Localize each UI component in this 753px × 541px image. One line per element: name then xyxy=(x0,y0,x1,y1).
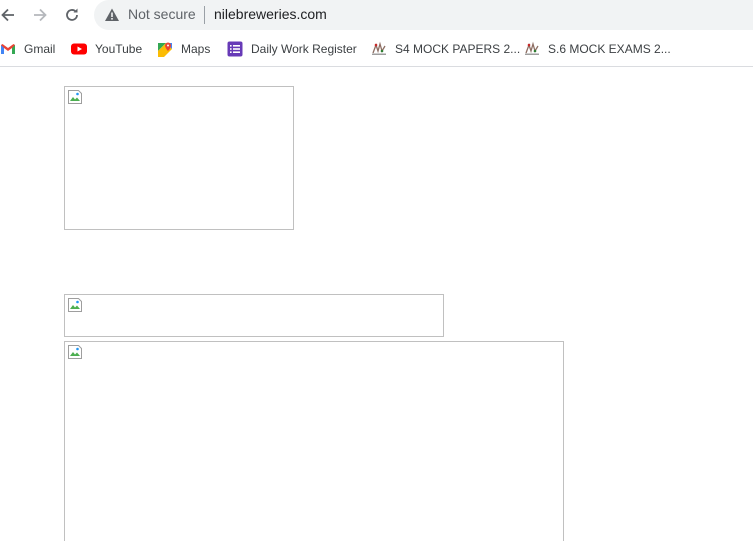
back-button[interactable] xyxy=(0,4,20,26)
bookmark-youtube[interactable]: YouTube xyxy=(71,40,142,58)
site-favicon-icon xyxy=(372,41,386,55)
site-favicon-icon xyxy=(525,41,539,55)
warning-triangle-icon[interactable] xyxy=(104,7,120,23)
security-status-label[interactable]: Not secure xyxy=(128,6,196,23)
back-arrow-icon xyxy=(1,8,14,22)
bookmark-label: Gmail xyxy=(24,42,56,56)
omnibox-divider xyxy=(204,6,205,24)
bookmark-label: YouTube xyxy=(95,42,143,56)
broken-image-placeholder xyxy=(64,341,564,541)
broken-image-placeholder xyxy=(64,86,294,230)
maps-icon xyxy=(158,42,172,57)
bookmark-label: Maps xyxy=(181,42,211,56)
forward-arrow-icon xyxy=(34,8,47,22)
broken-image-icon xyxy=(68,298,82,312)
bookmark-maps[interactable]: Maps xyxy=(157,40,210,58)
reload-button[interactable] xyxy=(60,4,84,26)
bookmarks-bar: Gmail YouTube Maps Daily Work Register S… xyxy=(0,32,753,67)
bookmark-daily-work-register[interactable]: Daily Work Register xyxy=(227,40,357,58)
bookmark-label: S.6 MOCK EXAMS 2... xyxy=(548,42,671,56)
broken-image-icon xyxy=(68,90,82,104)
bookmark-label: S4 MOCK PAPERS 2... xyxy=(395,42,521,56)
broken-image-icon xyxy=(68,345,82,359)
forward-button[interactable] xyxy=(28,4,52,26)
bookmark-label: Daily Work Register xyxy=(251,42,357,56)
gmail-icon xyxy=(1,44,15,54)
youtube-icon xyxy=(71,43,87,55)
bookmark-s6-mock-exams[interactable]: S.6 MOCK EXAMS 2... xyxy=(524,40,671,58)
address-bar[interactable]: Not secure nilebreweries.com xyxy=(94,0,753,30)
forms-icon xyxy=(227,41,243,57)
bookmark-s4-mock-papers[interactable]: S4 MOCK PAPERS 2... xyxy=(371,40,520,58)
url-text[interactable]: nilebreweries.com xyxy=(214,6,327,23)
browser-toolbar: Not secure nilebreweries.com xyxy=(0,0,753,32)
broken-image-placeholder xyxy=(64,294,444,337)
bookmark-gmail[interactable]: Gmail xyxy=(0,40,55,58)
reload-icon xyxy=(66,8,78,21)
